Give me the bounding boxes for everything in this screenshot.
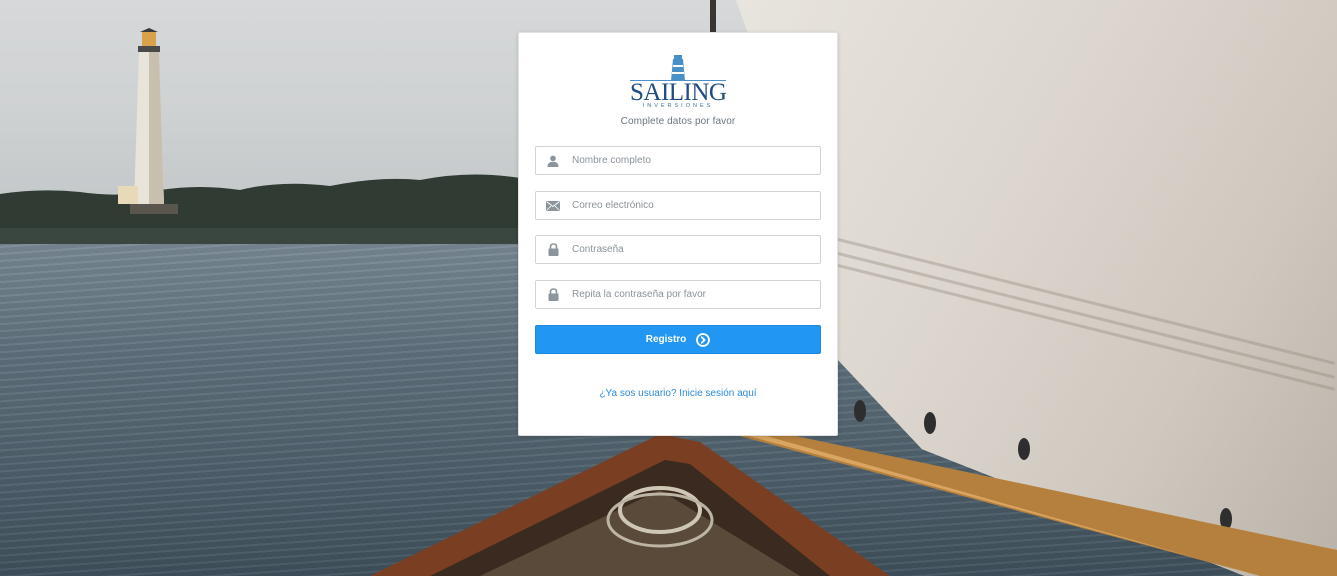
lock-icon	[536, 236, 570, 263]
full-name-input[interactable]	[570, 147, 820, 174]
registration-card: SAILING INVERSIONES Complete datos por f…	[518, 32, 838, 436]
sail-grommet	[854, 400, 866, 422]
password-repeat-input[interactable]	[570, 281, 820, 308]
form-subtitle: Complete datos por favor	[620, 116, 736, 127]
sailing-logo: SAILING INVERSIONES	[630, 53, 727, 115]
user-icon	[536, 147, 570, 174]
login-link[interactable]: ¿Ya sos usuario? Inicie sesión aquí	[519, 388, 837, 399]
logo-wordmark: SAILING	[630, 79, 727, 106]
lighthouse-image	[118, 28, 178, 214]
register-button[interactable]: Registro	[535, 325, 821, 354]
full-name-field[interactable]	[535, 146, 821, 175]
password-field[interactable]	[535, 235, 821, 264]
email-input[interactable]	[570, 192, 820, 219]
arrow-circle-right-icon	[696, 332, 711, 347]
envelope-icon	[536, 192, 570, 219]
lock-icon	[536, 281, 570, 308]
logo-tagline: INVERSIONES	[642, 103, 714, 109]
boat-bow	[370, 420, 1337, 576]
password-input[interactable]	[570, 236, 820, 263]
email-field[interactable]	[535, 191, 821, 220]
register-button-label: Registro	[645, 334, 687, 345]
coastline-hills	[0, 174, 560, 244]
password-repeat-field[interactable]	[535, 280, 821, 309]
